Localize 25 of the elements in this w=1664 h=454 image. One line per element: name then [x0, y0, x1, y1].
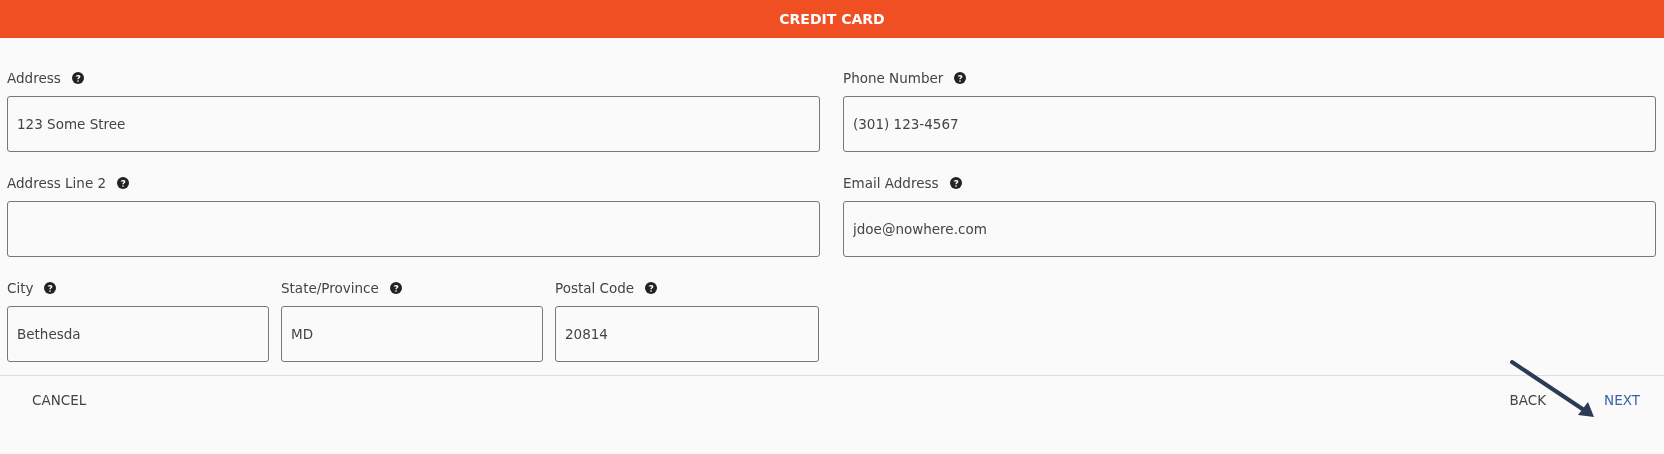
next-button[interactable]: NEXT — [1604, 388, 1640, 412]
field-label: City — [7, 280, 34, 296]
field-label: Address Line 2 — [7, 175, 107, 191]
text-field[interactable]: MD — [281, 306, 543, 362]
text-field[interactable]: (301) 123-4567 — [843, 96, 1656, 152]
text-field[interactable]: Bethesda — [7, 306, 269, 362]
field-label: Postal Code — [555, 280, 635, 296]
text-field[interactable]: 20814 — [555, 306, 819, 362]
field-label: Email Address — [843, 175, 939, 191]
help-icon[interactable] — [71, 72, 84, 84]
field-label: Phone Number — [843, 70, 944, 86]
help-icon[interactable] — [389, 282, 402, 294]
field-label: Address — [7, 70, 61, 86]
text-field[interactable] — [7, 201, 820, 257]
text-button[interactable]: BACK — [1509, 388, 1547, 412]
help-icon[interactable] — [44, 282, 57, 294]
text-button[interactable]: CANCEL — [32, 388, 87, 412]
field-label: State/Province — [281, 280, 379, 296]
text-field[interactable]: jdoe@nowhere.com — [843, 201, 1656, 257]
help-icon[interactable] — [954, 72, 967, 84]
form-title: CREDIT CARD — [779, 11, 885, 27]
help-icon[interactable] — [949, 177, 962, 189]
text-field[interactable]: 123 Some Stree — [7, 96, 820, 152]
help-icon[interactable] — [117, 177, 130, 189]
help-icon[interactable] — [645, 282, 658, 294]
